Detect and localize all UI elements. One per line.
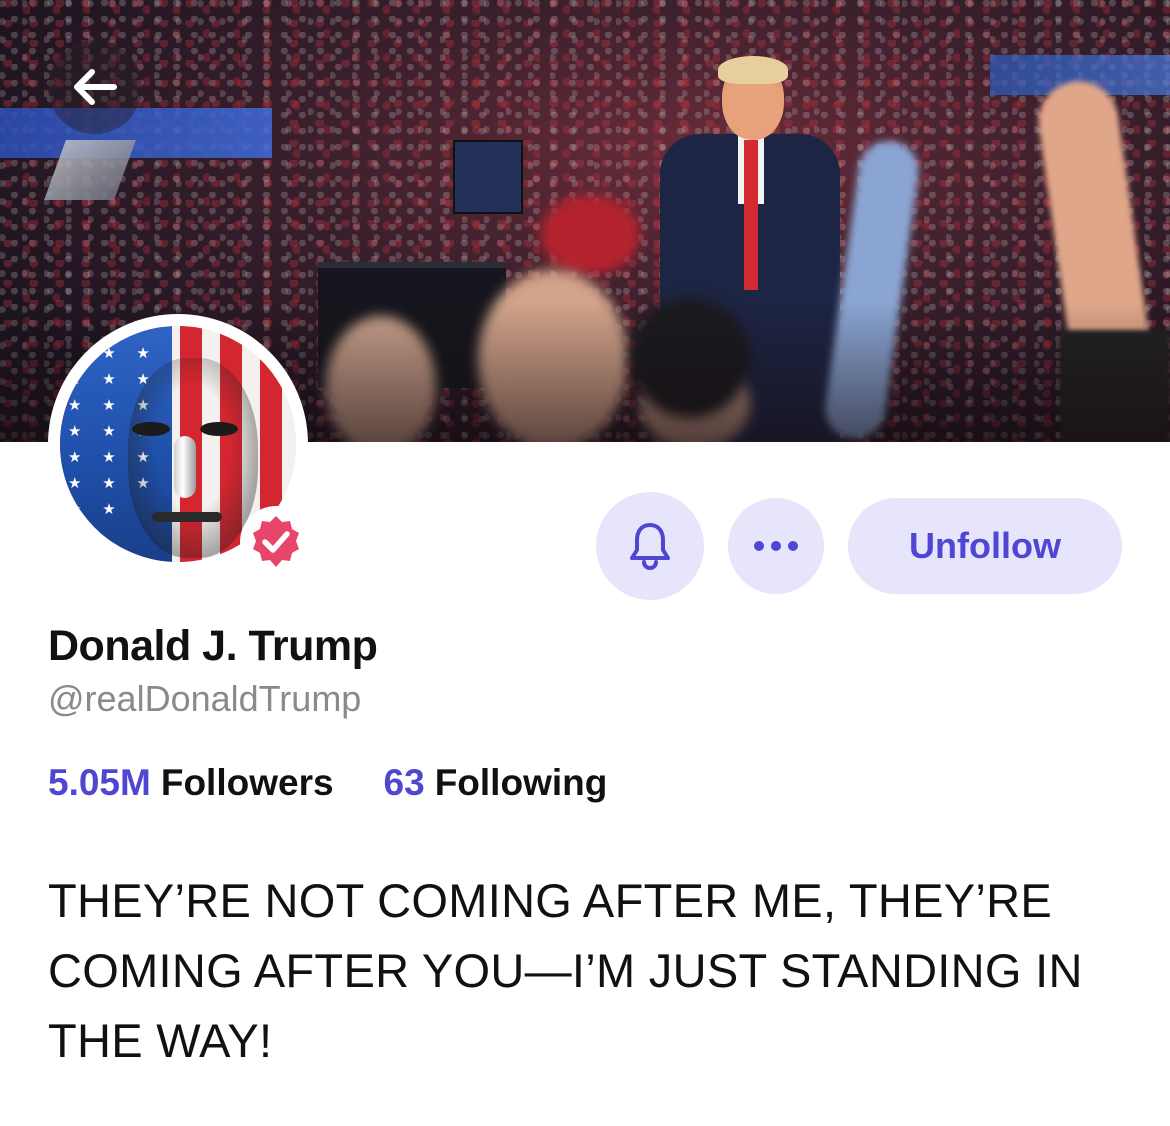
notifications-button[interactable]: [596, 492, 704, 600]
more-options-button[interactable]: [728, 498, 824, 594]
unfollow-button[interactable]: Unfollow: [848, 498, 1122, 594]
following-count: 63: [383, 762, 425, 803]
banner-arena-screen: [0, 108, 272, 158]
banner-crowd-figure: [540, 195, 640, 275]
followers-link[interactable]: 5.05M Followers: [48, 762, 334, 804]
arrow-left-icon: [74, 69, 117, 105]
profile-handle: @realDonaldTrump: [48, 678, 362, 719]
followers-count: 5.05M: [48, 762, 151, 803]
more-horizontal-icon: [754, 541, 798, 551]
following-link[interactable]: 63 Following: [384, 762, 608, 804]
banner-monitor: [453, 140, 523, 214]
profile-stats: 5.05M Followers 63 Following: [48, 762, 607, 804]
bell-icon: [630, 523, 670, 571]
followers-label: Followers: [160, 762, 334, 803]
verified-badge: [240, 506, 312, 578]
profile-display-name: Donald J. Trump: [48, 622, 378, 670]
profile-bio: THEY’RE NOT COMING AFTER ME, THEY’RE COM…: [48, 874, 1083, 1067]
back-button[interactable]: [48, 40, 142, 134]
verified-check-icon: [253, 516, 299, 567]
following-label: Following: [434, 762, 608, 803]
